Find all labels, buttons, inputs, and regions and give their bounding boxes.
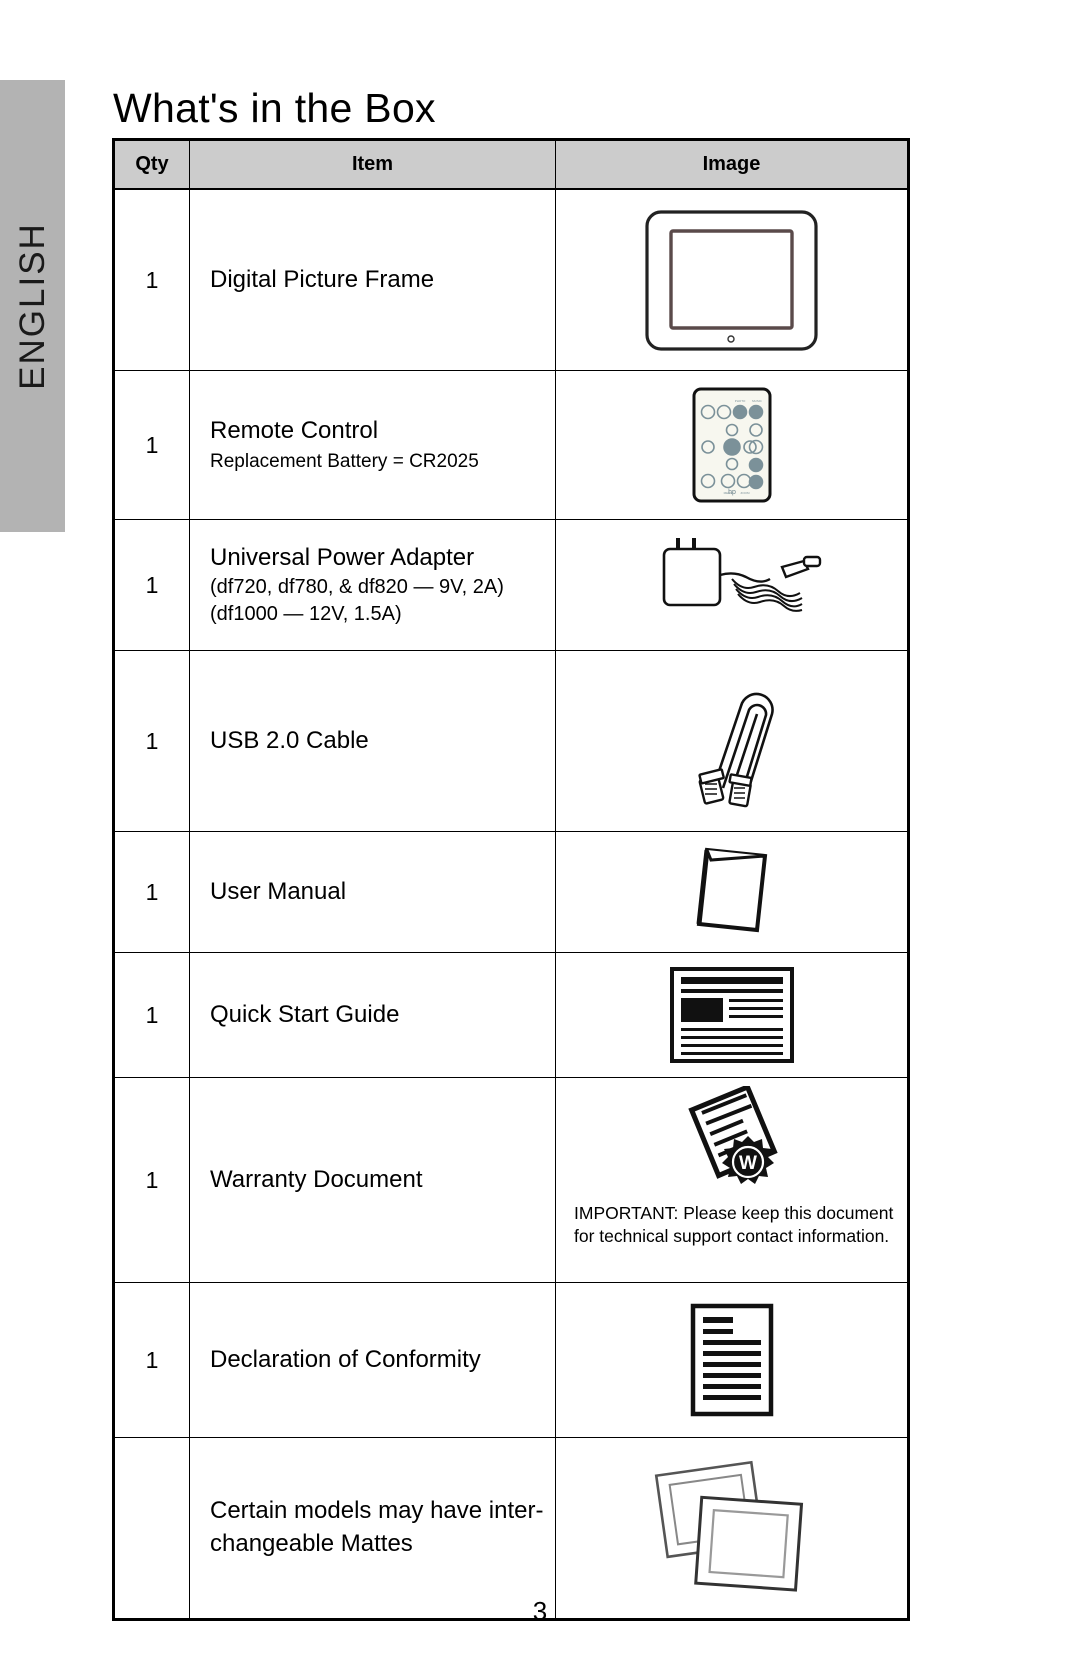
image-cell bbox=[555, 519, 909, 651]
item-cell: Certain models may have inter- changeabl… bbox=[189, 1437, 556, 1620]
page-title: What's in the Box bbox=[113, 85, 436, 132]
item-label: Declaration of Conformity bbox=[210, 1345, 481, 1373]
quick-start-guide-icon bbox=[669, 967, 794, 1063]
item-cell: Digital Picture Frame bbox=[189, 188, 556, 371]
svg-text:hp: hp bbox=[728, 489, 736, 496]
warranty-document-icon: W bbox=[688, 1086, 778, 1184]
item-label: Warranty Document bbox=[210, 1165, 423, 1193]
svg-text:PHOTO: PHOTO bbox=[734, 399, 745, 403]
remote-control-icon: PHOTO MUSIC MENU ZOOM hp bbox=[692, 387, 771, 503]
table-row: 1 Remote Control Replacement Battery = C… bbox=[113, 370, 909, 520]
qty-cell: 1 bbox=[113, 1077, 190, 1283]
table-row: 1 Warranty Document W IMPORTANT: Please … bbox=[113, 1077, 909, 1283]
image-cell bbox=[555, 188, 909, 371]
item-cell: Quick Start Guide bbox=[189, 952, 556, 1078]
item-cell: User Manual bbox=[189, 831, 556, 953]
qty-cell: 1 bbox=[113, 519, 190, 651]
language-tab: ENGLISH bbox=[0, 80, 65, 532]
important-note-line-1: IMPORTANT: Please keep this document bbox=[574, 1203, 894, 1223]
qty-cell bbox=[113, 1437, 190, 1620]
conformity-document-icon bbox=[690, 1303, 773, 1417]
usb-cable-icon bbox=[698, 692, 774, 808]
column-header-image: Image bbox=[555, 139, 909, 190]
interchangeable-mattes-icon bbox=[654, 1460, 804, 1592]
important-note-line-2: for technical support contact informatio… bbox=[574, 1225, 890, 1246]
item-label-line-1: Certain models may have inter- bbox=[210, 1497, 544, 1525]
item-label: Digital Picture Frame bbox=[210, 265, 435, 293]
svg-text:W: W bbox=[739, 1153, 757, 1174]
image-cell: W IMPORTANT: Please keep this document f… bbox=[555, 1077, 909, 1283]
svg-text:ZOOM: ZOOM bbox=[740, 491, 749, 495]
image-cell bbox=[555, 650, 909, 832]
svg-text:MUSIC: MUSIC bbox=[752, 399, 763, 403]
document-page: ENGLISH What's in the Box Qty Item Image… bbox=[0, 0, 1080, 1669]
column-header-item: Item bbox=[189, 139, 556, 190]
power-adapter-icon bbox=[662, 538, 821, 612]
item-cell: Declaration of Conformity bbox=[189, 1282, 556, 1438]
important-note: IMPORTANT: Please keep this document for… bbox=[560, 1198, 903, 1250]
item-subtext-2: (df1000 — 12V, 1.5A) bbox=[210, 603, 402, 626]
digital-picture-frame-icon bbox=[645, 209, 818, 351]
qty-cell: 1 bbox=[113, 1282, 190, 1438]
qty-cell: 1 bbox=[113, 188, 190, 371]
item-label: User Manual bbox=[210, 877, 347, 905]
table-row: 1 Declaration of Conformity bbox=[113, 1282, 909, 1438]
qty-cell: 1 bbox=[113, 370, 190, 520]
table-row: 1 Digital Picture Frame bbox=[113, 188, 909, 371]
item-label: Universal Power Adapter bbox=[210, 543, 475, 571]
item-cell: Universal Power Adapter (df720, df780, &… bbox=[189, 519, 556, 651]
qty-cell: 1 bbox=[113, 650, 190, 832]
image-cell bbox=[555, 1437, 909, 1620]
table-row: Certain models may have inter- changeabl… bbox=[113, 1437, 909, 1620]
column-header-qty: Qty bbox=[113, 139, 190, 190]
item-cell: USB 2.0 Cable bbox=[189, 650, 556, 832]
item-label: USB 2.0 Cable bbox=[210, 726, 369, 754]
box-contents-table: Qty Item Image 1 Digital Picture Frame 1… bbox=[112, 138, 910, 1621]
qty-cell: 1 bbox=[113, 831, 190, 953]
table-row: 1 USB 2.0 Cable bbox=[113, 650, 909, 832]
page-number: 3 bbox=[532, 1596, 548, 1626]
table-row: 1 Quick Start Guide bbox=[113, 952, 909, 1078]
table-row: 1 Universal Power Adapter (df720, df780,… bbox=[113, 519, 909, 651]
item-subtext-1: (df720, df780, & df820 — 9V, 2A) bbox=[210, 576, 504, 599]
item-label: Quick Start Guide bbox=[210, 1000, 400, 1028]
item-label: Remote Control bbox=[210, 416, 379, 444]
user-manual-icon bbox=[696, 847, 767, 933]
table-row: 1 User Manual bbox=[113, 831, 909, 953]
item-label-line-2: changeable Mattes bbox=[210, 1530, 413, 1557]
item-subtext: Replacement Battery = CR2025 bbox=[210, 450, 479, 472]
language-tab-label: ENGLISH bbox=[12, 222, 52, 390]
item-cell: Warranty Document bbox=[189, 1077, 556, 1283]
qty-cell: 1 bbox=[113, 952, 190, 1078]
image-cell bbox=[555, 952, 909, 1078]
image-cell: PHOTO MUSIC MENU ZOOM hp bbox=[555, 370, 909, 520]
item-cell: Remote Control Replacement Battery = CR2… bbox=[189, 370, 556, 520]
image-cell bbox=[555, 831, 909, 953]
table-header-row: Qty Item Image bbox=[113, 139, 909, 190]
image-cell bbox=[555, 1282, 909, 1438]
